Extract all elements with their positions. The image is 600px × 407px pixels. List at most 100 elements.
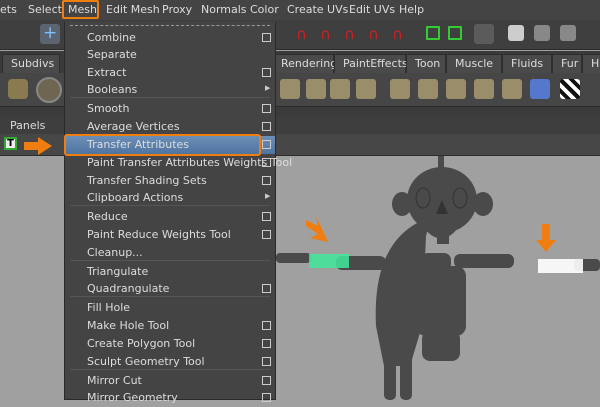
- menu-item-label: Sculpt Geometry Tool: [87, 355, 205, 368]
- shelf-tab-painteffects[interactable]: PaintEffects: [334, 54, 408, 73]
- input-ops-icon[interactable]: [426, 26, 440, 40]
- sculpt-icon[interactable]: [530, 79, 550, 99]
- menu-item-label: Mirror Cut: [87, 374, 142, 387]
- menu-normals[interactable]: Normals: [201, 3, 247, 16]
- menu-item-quadrangulate[interactable]: Quadrangulate: [65, 280, 275, 298]
- target-wrist-selected[interactable]: [538, 259, 583, 273]
- menu-help[interactable]: Help: [399, 3, 424, 16]
- menu-item-smooth[interactable]: Smooth: [65, 100, 275, 118]
- shelf-tab-h[interactable]: H: [582, 54, 600, 73]
- option-box-icon[interactable]: [262, 33, 271, 42]
- menu-item-booleans[interactable]: Booleans ▶: [65, 81, 275, 99]
- snap-grid-icon[interactable]: ∩: [296, 25, 316, 45]
- cut-faces-icon[interactable]: [418, 79, 438, 99]
- snap-curve-icon[interactable]: ∩: [320, 25, 340, 45]
- construction-history-icon[interactable]: [474, 24, 494, 44]
- checker-icon[interactable]: [560, 79, 580, 99]
- option-box-icon[interactable]: [262, 393, 271, 402]
- menu-item-label: Separate: [87, 48, 137, 61]
- split-icon[interactable]: [356, 79, 376, 99]
- menu-proxy[interactable]: Proxy: [162, 3, 192, 16]
- transfer-attributes-highlight: [64, 134, 261, 156]
- menu-item-mirror-cut[interactable]: Mirror Cut: [65, 372, 275, 390]
- shelf-tab-muscle[interactable]: Muscle: [446, 54, 502, 73]
- menu-item-create-polygon-tool[interactable]: Create Polygon Tool: [65, 335, 275, 353]
- menu-ets[interactable]: ets: [0, 3, 17, 16]
- output-ops-icon[interactable]: [448, 26, 462, 40]
- snap-live-icon[interactable]: ∩: [392, 25, 412, 45]
- poly-tool-icon[interactable]: [280, 79, 300, 99]
- menu-item-fill-hole[interactable]: Fill Hole: [65, 299, 275, 317]
- source-wrist-selected[interactable]: [309, 254, 349, 268]
- menu-item-reduce[interactable]: Reduce: [65, 208, 275, 226]
- option-box-icon[interactable]: [262, 122, 271, 131]
- menu-item-label: Transfer Shading Sets: [87, 174, 207, 187]
- shelf-tab-toon[interactable]: Toon: [406, 54, 446, 73]
- shelf-tab-fluids[interactable]: Fluids: [502, 54, 552, 73]
- menu-create-uvs[interactable]: Create UVs: [287, 3, 348, 16]
- wedge-icon[interactable]: [446, 79, 466, 99]
- menu-edit-mesh[interactable]: Edit Mesh: [106, 3, 160, 16]
- cylinder-icon[interactable]: [8, 79, 28, 99]
- menu-item-label: Smooth: [87, 102, 130, 115]
- option-box-icon[interactable]: [262, 230, 271, 239]
- menu-item-cleanup[interactable]: Cleanup...: [65, 244, 275, 262]
- viewport-scene: [276, 156, 600, 400]
- menu-color[interactable]: Color: [250, 3, 279, 16]
- menu-item-combine[interactable]: Combine: [65, 29, 275, 47]
- option-box-icon[interactable]: [262, 339, 271, 348]
- shelf-tab-rendering[interactable]: Rendering: [272, 54, 337, 73]
- option-box-icon[interactable]: [262, 376, 271, 385]
- option-box-icon[interactable]: [262, 321, 271, 330]
- snap-point-icon[interactable]: ∩: [344, 25, 364, 45]
- render-view-icon[interactable]: [508, 25, 524, 41]
- move-tool-icon[interactable]: +: [40, 23, 60, 44]
- menu-edit-uvs[interactable]: Edit UVs: [349, 3, 395, 16]
- option-box-icon[interactable]: [262, 176, 271, 185]
- menu-item-make-hole-tool[interactable]: Make Hole Tool: [65, 317, 275, 335]
- plane-icon[interactable]: [36, 77, 62, 103]
- snap-view-plane-icon[interactable]: ∩: [368, 25, 388, 45]
- merge-icon[interactable]: [390, 79, 410, 99]
- menu-item-transfer-shading-sets[interactable]: Transfer Shading Sets: [65, 172, 275, 190]
- shelf-tab-subdivs[interactable]: Subdivs: [2, 54, 60, 73]
- menu-item-label: Cleanup...: [87, 246, 143, 259]
- option-box-icon[interactable]: [262, 140, 271, 149]
- extrude-icon[interactable]: [306, 79, 326, 99]
- menu-item-label: Mirror Geometry: [87, 391, 178, 404]
- menu-item-label: Create Polygon Tool: [87, 337, 196, 350]
- option-box-icon[interactable]: [262, 284, 271, 293]
- mesh-menu: Combine Separate Extract Booleans ▶ Smooth Ave…: [64, 22, 292, 404]
- menu-item-sculpt-geometry-tool[interactable]: Sculpt Geometry Tool: [65, 353, 275, 371]
- menu-item-separate[interactable]: Separate: [65, 46, 275, 64]
- menu-item-label: Quadrangulate: [87, 282, 170, 295]
- menu-select[interactable]: Select: [28, 3, 62, 16]
- pointer-arrow-icon: [536, 224, 556, 252]
- subdivide-icon[interactable]: [502, 79, 522, 99]
- submenu-arrow-icon: ▶: [265, 84, 271, 92]
- option-box-icon[interactable]: [262, 158, 271, 167]
- poke-icon[interactable]: [474, 79, 494, 99]
- option-box-icon[interactable]: [262, 212, 271, 221]
- option-box-icon[interactable]: [262, 357, 271, 366]
- ipr-render-icon[interactable]: [560, 25, 576, 41]
- menu-item-mirror-geometry[interactable]: Mirror Geometry: [65, 389, 275, 407]
- menu-item-label: Make Hole Tool: [87, 319, 170, 332]
- option-box-icon[interactable]: [262, 104, 271, 113]
- menu-item-extract[interactable]: Extract: [65, 64, 275, 82]
- render-icon[interactable]: [534, 25, 550, 41]
- menu-item-label: Average Vertices: [87, 120, 180, 133]
- text-tool-icon[interactable]: T: [4, 137, 17, 150]
- tear-off-bar[interactable]: [70, 25, 270, 28]
- pointer-arrow-icon: [306, 216, 328, 242]
- menu-item-paint-reduce-weights-tool[interactable]: Paint Reduce Weights Tool: [65, 226, 275, 244]
- menu-item-label: Fill Hole: [87, 301, 131, 314]
- shelf-tab-fur[interactable]: Fur: [552, 54, 582, 73]
- panels-menu[interactable]: Panels: [10, 119, 45, 132]
- menu-item-label: Clipboard Actions: [87, 191, 184, 204]
- menu-item-triangulate[interactable]: Triangulate: [65, 263, 275, 281]
- bevel-icon[interactable]: [330, 79, 350, 99]
- option-box-icon[interactable]: [262, 68, 271, 77]
- menu-item-paint-transfer-attributes-weights-tool[interactable]: Paint Transfer Attributes Weights Tool: [65, 154, 292, 172]
- menu-item-clipboard-actions[interactable]: Clipboard Actions ▶: [65, 189, 275, 207]
